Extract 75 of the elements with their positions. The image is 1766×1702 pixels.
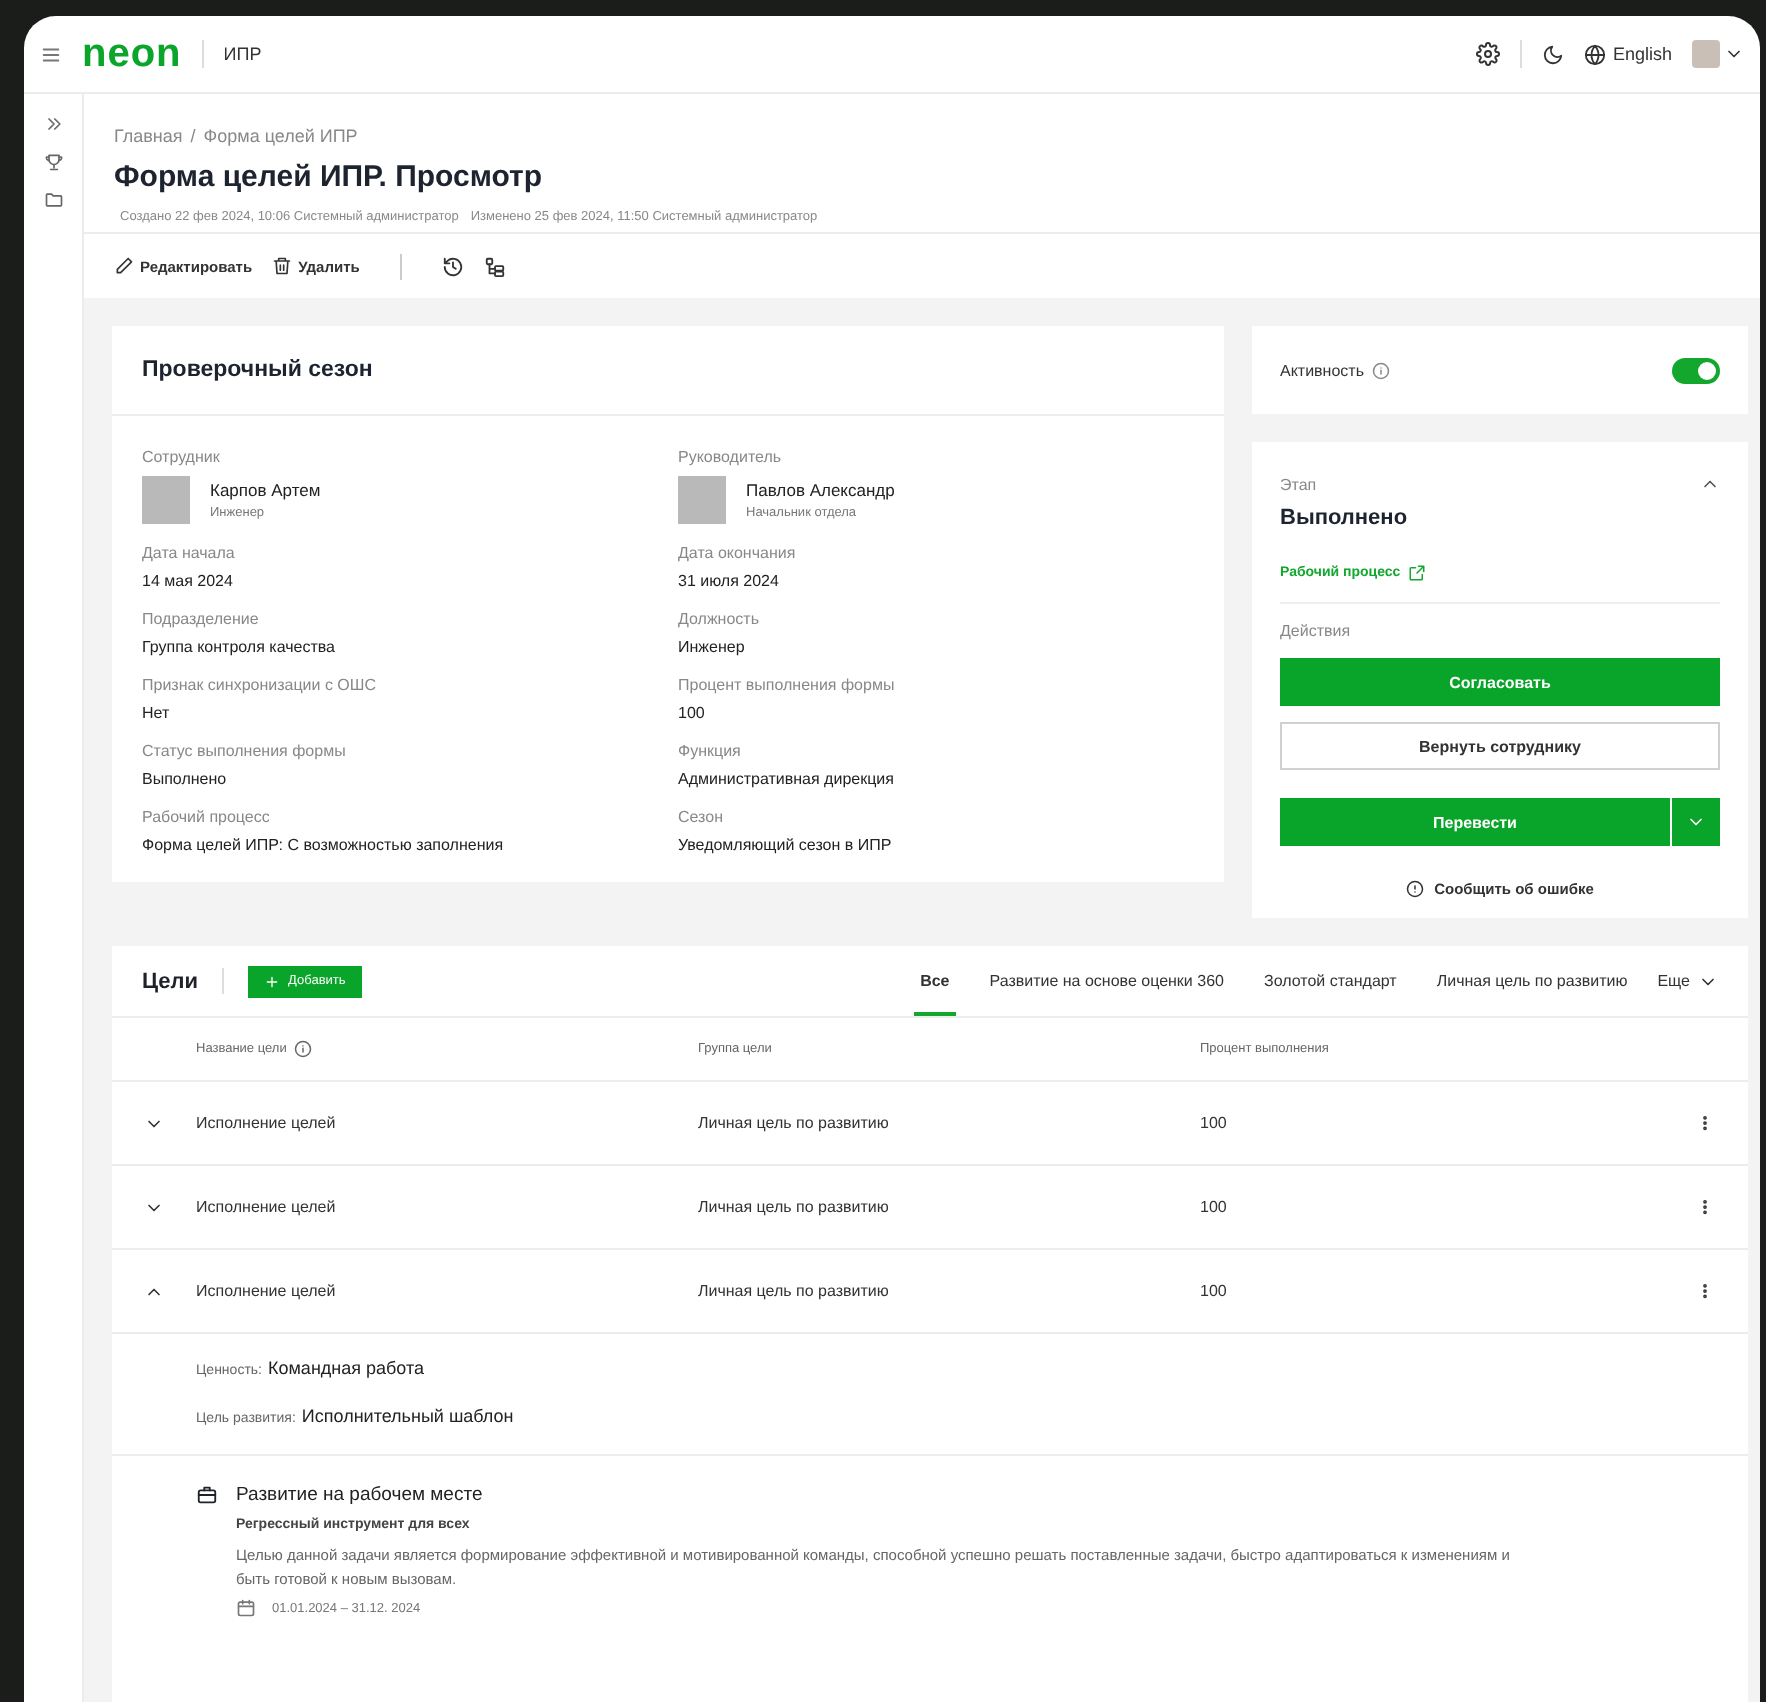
detail-value: Командная работа: [268, 1358, 425, 1378]
field-label: Руководитель: [678, 448, 784, 466]
activity-label: Активность: [1280, 361, 1365, 379]
stage-value: Выполнено: [1280, 506, 1410, 530]
stage-label: Этап: [1280, 475, 1317, 493]
field-value: Форма целей ИПР: С возможностью заполнения: [142, 836, 506, 854]
breadcrumb-separator: /: [190, 126, 196, 146]
folder-icon[interactable]: [43, 190, 63, 210]
field-label: Рабочий процесс: [142, 808, 272, 826]
table-cell-text: Исполнение целей: [196, 1282, 338, 1300]
field-value: 100: [678, 704, 707, 722]
table-cell-text: 100: [1200, 1114, 1229, 1132]
trash-icon: [272, 256, 293, 276]
field-label: Подразделение: [142, 610, 261, 628]
page-title: Форма целей ИПР. Просмотр: [114, 160, 545, 194]
photo-placeholder: [142, 476, 190, 524]
person-name[interactable]: Карпов Артем: [210, 480, 321, 500]
field-value: 31 июля 2024: [678, 572, 781, 590]
table-cell-text: Личная цель по развитию: [698, 1198, 891, 1216]
field-label: Должность: [678, 610, 761, 628]
plus-icon: [264, 973, 281, 989]
table-cell-text: Исполнение целей: [196, 1198, 338, 1216]
field-label: Статус выполнения формы: [142, 742, 348, 760]
card-title: Проверочный сезон: [142, 358, 373, 382]
calendar-icon: [236, 1598, 256, 1619]
table-cell-text: Личная цель по развитию: [698, 1114, 891, 1132]
field-label: Дата окончания: [678, 544, 798, 562]
filter-tab[interactable]: Развитие на основе оценки 360: [983, 946, 1230, 1016]
table-cell-text: Исполнение целей: [196, 1114, 338, 1132]
globe-icon: [1584, 43, 1607, 65]
filter-tab[interactable]: Личная цель по развитию: [1430, 946, 1634, 1016]
double-chevron-icon[interactable]: [43, 114, 63, 134]
external-link-icon: [1408, 564, 1427, 582]
moon-icon[interactable]: [1542, 43, 1565, 65]
menu-icon[interactable]: [40, 43, 62, 65]
more-button[interactable]: Еще: [1657, 971, 1718, 991]
detail-value: Исполнительный шаблон: [301, 1406, 514, 1426]
settings-icon[interactable]: [1476, 42, 1501, 66]
table-cell-text: 100: [1200, 1198, 1229, 1216]
breadcrumb-current: Форма целей ИПР: [203, 126, 358, 146]
alert-icon: [1406, 880, 1425, 898]
field-label: Сотрудник: [142, 448, 222, 466]
field-value: Инженер: [678, 638, 747, 656]
module-name: ИПР: [223, 44, 262, 64]
photo-placeholder: [678, 476, 726, 524]
field-label: Сезон: [678, 808, 725, 826]
field-value: Нет: [142, 704, 172, 722]
field-label: Дата начала: [142, 544, 237, 562]
info-icon[interactable]: [1372, 361, 1391, 379]
field-value: Административная дирекция: [678, 770, 896, 788]
language-switcher[interactable]: English: [1584, 43, 1672, 65]
breadcrumb-link[interactable]: Главная: [114, 126, 183, 146]
field-label: Процент выполнения формы: [678, 676, 897, 694]
return-button[interactable]: Вернуть сотруднику: [1280, 722, 1720, 770]
actions-label: Действия: [1280, 622, 1353, 640]
briefcase-icon: [196, 1484, 218, 1506]
person-name[interactable]: Павлов Александр: [746, 480, 895, 500]
field-value: Группа контроля качества: [142, 638, 337, 656]
activity-toggle[interactable]: [1672, 357, 1720, 383]
history-icon[interactable]: [441, 255, 464, 277]
filter-tab[interactable]: Золотой стандарт: [1257, 946, 1403, 1016]
field-label: Функция: [678, 742, 743, 760]
field-value: 14 мая 2024: [142, 572, 235, 590]
field-value: Уведомляющий сезон в ИПР: [678, 836, 894, 854]
table-cell-text: Личная цель по развитию: [698, 1282, 891, 1300]
filter-tab[interactable]: Все: [914, 946, 956, 1016]
section-title: Цели: [142, 969, 199, 993]
trophy-icon[interactable]: [43, 152, 63, 172]
hierarchy-icon[interactable]: [483, 255, 506, 277]
info-icon[interactable]: [294, 1040, 313, 1058]
task-title: Развитие на рабочем месте: [236, 1484, 485, 1506]
pencil-icon: [114, 256, 134, 276]
table-cell-text: 100: [1200, 1282, 1229, 1300]
field-label: Признак синхронизации с ОШС: [142, 676, 379, 694]
field-value: Выполнено: [142, 770, 229, 788]
